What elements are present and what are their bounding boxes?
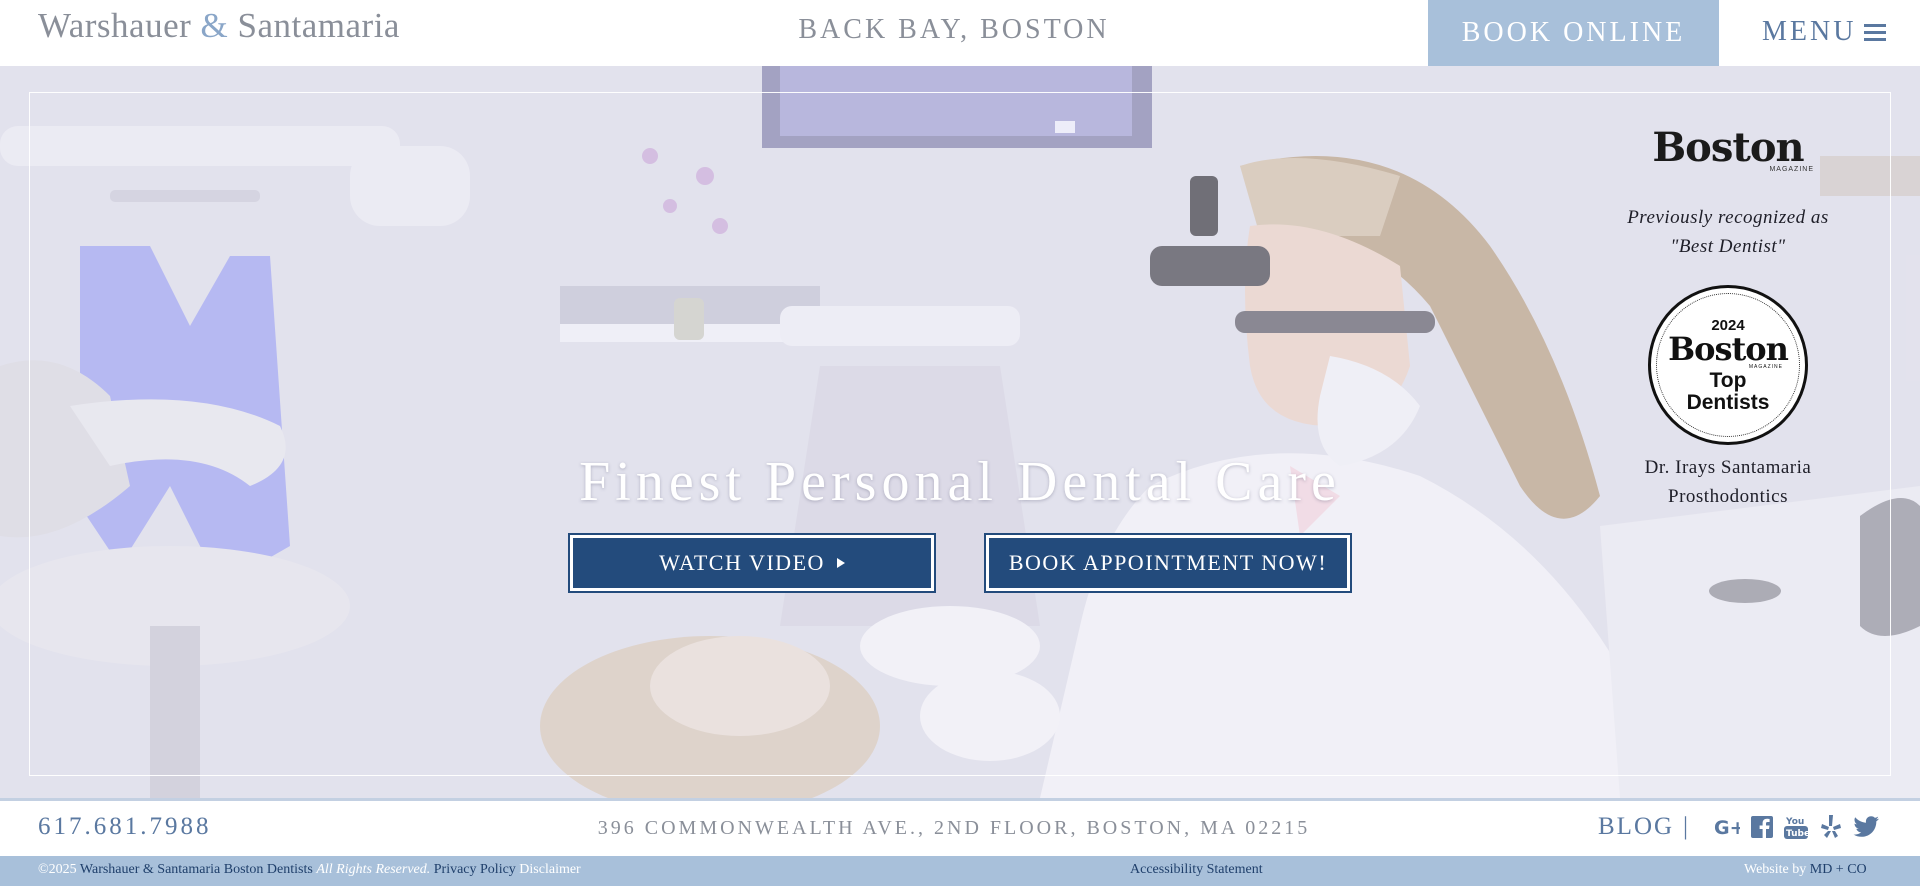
blog-separator: | [1683, 813, 1689, 840]
doctor-name: Dr. Irays Santamaria [1644, 457, 1812, 478]
menu-button[interactable]: MENU [1762, 14, 1887, 50]
website-credit: Website by MD + CO [1744, 862, 1867, 878]
disclaimer-link[interactable]: Disclaimer [519, 862, 580, 877]
facebook-icon[interactable] [1749, 814, 1775, 840]
website-by-text: Website by [1744, 862, 1807, 877]
badge-top: Top [1709, 368, 1747, 392]
recognition-line-2: "Best Dentist" [1670, 236, 1786, 257]
menu-label: MENU [1762, 16, 1857, 47]
twitter-icon[interactable] [1853, 814, 1879, 840]
recognition-line-1: Previously recognized as [1627, 207, 1829, 228]
book-online-button[interactable]: BOOK ONLINE [1428, 0, 1719, 66]
badge-dentists: Dentists [1686, 390, 1770, 414]
youtube-icon[interactable]: You Tube [1783, 814, 1809, 840]
doctor-credit: Dr. Irays Santamaria Prosthodontics [1598, 453, 1858, 511]
recognition-text: Previously recognized as "Best Dentist" [1598, 203, 1858, 261]
badge-magazine-sublabel: MAGAZINE [1748, 363, 1783, 370]
google-plus-icon[interactable]: G+ [1714, 814, 1740, 840]
play-icon [836, 558, 845, 568]
copyright-text: ©2025 [38, 862, 77, 877]
rights-text: All Rights Reserved. [316, 862, 431, 877]
badge-magazine-name: Boston [1668, 329, 1789, 368]
yelp-icon[interactable] [1818, 814, 1844, 840]
hero-section: Finest Personal Dental Care WATCH VIDEO … [0, 66, 1920, 798]
book-appointment-button[interactable]: BOOK APPOINTMENT NOW! [984, 533, 1352, 593]
practice-link[interactable]: Warshauer & Santamaria Boston Dentists [80, 862, 313, 877]
contact-bar: 617.681.7988 396 COMMONWEALTH AVE., 2ND … [0, 798, 1920, 856]
doctor-specialty: Prosthodontics [1668, 486, 1788, 507]
svg-text:You: You [1785, 817, 1804, 827]
hamburger-icon [1864, 23, 1887, 41]
footer-legal: ©2025 Warshauer & Santamaria Boston Dent… [38, 862, 581, 878]
boston-magazine-logo: Boston [1652, 124, 1804, 171]
svg-text:G+: G+ [1714, 817, 1740, 837]
blog-link[interactable]: BLOG [1598, 813, 1674, 841]
agency-link[interactable]: MD + CO [1810, 862, 1867, 877]
award-panel: Boston MAGAZINE Previously recognized as… [1598, 128, 1858, 511]
top-dentists-badge: 2024 Boston MAGAZINE Top Dentists [1648, 285, 1808, 445]
watch-video-label: WATCH VIDEO [659, 550, 825, 575]
accessibility-statement-link[interactable]: Accessibility Statement [1130, 862, 1263, 878]
book-appointment-label: BOOK APPOINTMENT NOW! [1008, 550, 1328, 575]
site-header: Warshauer & Santamaria BACK BAY, BOSTON … [0, 0, 1920, 66]
watch-video-button[interactable]: WATCH VIDEO [568, 533, 936, 593]
site-footer: ©2025 Warshauer & Santamaria Boston Dent… [0, 856, 1920, 886]
privacy-policy-link[interactable]: Privacy Policy [434, 862, 516, 877]
badge-year: 2024 [1711, 316, 1745, 334]
svg-text:Tube: Tube [1786, 829, 1808, 839]
